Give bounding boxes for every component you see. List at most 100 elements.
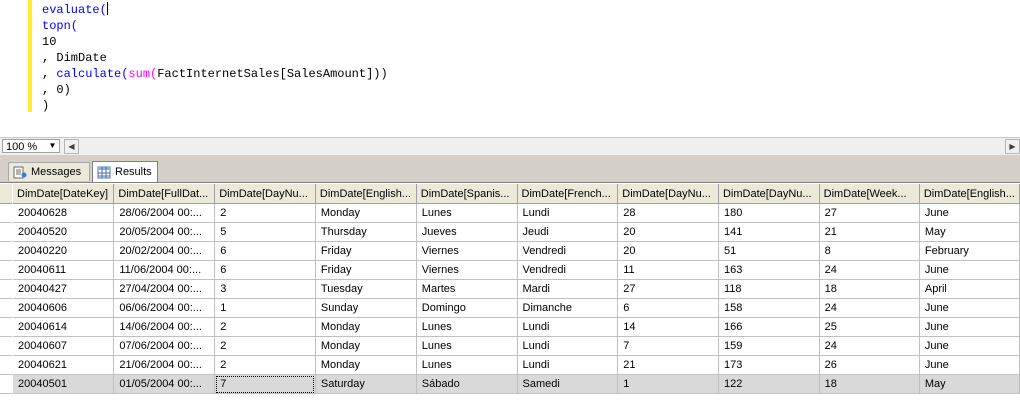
table-cell[interactable]: Jeudi [517, 222, 619, 242]
table-row[interactable]: 20040628 28/06/2004 00:... 2 Monday Lunes Lun… [13, 203, 1020, 223]
column-header[interactable]: DimDate[English... [919, 184, 1020, 204]
code-line[interactable]: 10 [42, 34, 388, 50]
table-cell[interactable]: 11/06/2004 00:... [113, 260, 216, 280]
table-row[interactable]: 20040520 20/05/2004 00:... 5 Thursday Jueves… [13, 222, 1020, 242]
table-cell[interactable]: May [919, 374, 1020, 394]
table-cell[interactable]: 11 [617, 260, 719, 280]
table-cell[interactable]: 24 [819, 336, 920, 356]
table-cell[interactable]: 122 [718, 374, 820, 394]
table-cell[interactable]: 118 [718, 279, 820, 299]
table-cell[interactable]: 27 [617, 279, 719, 299]
table-cell[interactable]: 24 [819, 298, 920, 318]
table-cell[interactable]: Friday [315, 260, 417, 280]
table-cell[interactable]: 8 [819, 241, 920, 261]
table-cell[interactable]: 27/04/2004 00:... [113, 279, 216, 299]
table-cell[interactable]: Lunes [416, 355, 518, 375]
table-cell[interactable]: Friday [315, 241, 417, 261]
row-header[interactable] [0, 337, 12, 356]
code-line[interactable]: , 0) [42, 82, 388, 98]
table-cell[interactable]: 158 [718, 298, 820, 318]
table-cell[interactable]: 6 [617, 298, 719, 318]
table-cell[interactable]: 173 [718, 355, 820, 375]
column-header[interactable]: DimDate[FullDat... [113, 184, 216, 204]
query-editor[interactable]: evaluate(topn(10 , DimDate, calculate(sum… [0, 0, 1020, 137]
table-cell[interactable]: May [919, 222, 1020, 242]
table-cell[interactable]: 141 [718, 222, 820, 242]
table-cell[interactable]: Viernes [416, 260, 518, 280]
table-row[interactable]: 20040220 20/02/2004 00:... 6 Friday Viernes V… [13, 241, 1020, 261]
table-row[interactable]: 20040501 01/05/2004 00:... 7 Saturday Sábado… [13, 374, 1020, 394]
table-cell[interactable]: 1 [214, 298, 316, 318]
table-cell[interactable]: 6 [214, 241, 316, 261]
column-header[interactable]: DimDate[Spanis... [416, 184, 518, 204]
table-cell[interactable]: 20040628 [13, 203, 115, 223]
table-cell[interactable]: Tuesday [315, 279, 417, 299]
table-cell[interactable]: 20040621 [13, 355, 115, 375]
row-header[interactable] [0, 299, 12, 318]
table-cell[interactable]: 18 [819, 374, 920, 394]
table-cell[interactable]: 01/05/2004 00:... [113, 374, 216, 394]
table-cell[interactable]: 20/02/2004 00:... [113, 241, 216, 261]
table-cell[interactable]: 20040606 [13, 298, 115, 318]
column-header[interactable]: DimDate[Week... [819, 184, 920, 204]
table-cell[interactable]: 1 [617, 374, 719, 394]
code-line[interactable]: evaluate( [42, 2, 388, 18]
table-cell[interactable]: Monday [315, 336, 417, 356]
table-cell[interactable]: 27 [819, 203, 920, 223]
table-cell[interactable]: 163 [718, 260, 820, 280]
table-row[interactable]: 20040427 27/04/2004 00:... 3 Tuesday Martes M… [13, 279, 1020, 299]
zoom-select[interactable]: 100 % ▼ [2, 139, 60, 153]
table-cell[interactable]: 28/06/2004 00:... [113, 203, 216, 223]
table-cell[interactable]: Monday [315, 355, 417, 375]
table-cell[interactable]: Lundi [517, 317, 619, 337]
table-cell[interactable]: 06/06/2004 00:... [113, 298, 216, 318]
table-cell[interactable]: 5 [214, 222, 316, 242]
editor-horizontal-scrollbar[interactable]: 100 % ▼ ◀ ▶ [0, 137, 1020, 155]
table-cell[interactable]: 159 [718, 336, 820, 356]
table-cell[interactable]: Sunday [315, 298, 417, 318]
table-cell[interactable]: 21 [819, 222, 920, 242]
table-cell[interactable]: 28 [617, 203, 719, 223]
table-cell[interactable]: 20040607 [13, 336, 115, 356]
table-cell[interactable]: 20040220 [13, 241, 115, 261]
column-header[interactable]: DimDate[DateKey] [13, 184, 115, 204]
table-cell[interactable]: 20/05/2004 00:... [113, 222, 216, 242]
table-row[interactable]: 20040606 06/06/2004 00:... 1 Sunday Domingo D… [13, 298, 1020, 318]
row-header[interactable] [0, 318, 12, 337]
table-cell[interactable]: 20040611 [13, 260, 115, 280]
row-header[interactable] [0, 280, 12, 299]
results-table[interactable]: DimDate[DateKey] DimDate[FullDat... DimDat… [13, 184, 1020, 394]
column-header[interactable]: DimDate[English... [315, 184, 417, 204]
code-line[interactable]: , calculate(sum(FactInternetSales[SalesA… [42, 66, 388, 82]
table-cell[interactable]: 20040427 [13, 279, 115, 299]
chevron-down-icon[interactable]: ▼ [47, 141, 58, 151]
table-cell[interactable]: Martes [416, 279, 518, 299]
row-header[interactable] [0, 223, 12, 242]
column-header[interactable]: DimDate[DayNu... [214, 184, 316, 204]
table-cell[interactable]: Jueves [416, 222, 518, 242]
table-cell[interactable]: 20 [617, 241, 719, 261]
table-cell[interactable]: Lunes [416, 203, 518, 223]
column-header[interactable]: DimDate[French... [517, 184, 619, 204]
table-cell[interactable]: 51 [718, 241, 820, 261]
table-cell[interactable]: Saturday [315, 374, 417, 394]
table-cell[interactable]: Vendredi [517, 241, 619, 261]
table-cell[interactable]: 2 [214, 336, 316, 356]
code-line[interactable]: ) [42, 98, 388, 114]
table-cell[interactable]: 14/06/2004 00:... [113, 317, 216, 337]
table-cell[interactable]: 21 [617, 355, 719, 375]
table-cell[interactable]: Vendredi [517, 260, 619, 280]
table-row[interactable]: 20040621 21/06/2004 00:... 2 Monday Lunes Lun… [13, 355, 1020, 375]
table-cell[interactable]: June [919, 260, 1020, 280]
table-cell[interactable]: June [919, 203, 1020, 223]
table-cell[interactable]: 166 [718, 317, 820, 337]
code-line[interactable]: topn( [42, 18, 388, 34]
table-cell[interactable]: 18 [819, 279, 920, 299]
table-cell[interactable]: Samedi [517, 374, 619, 394]
table-cell[interactable]: 180 [718, 203, 820, 223]
code-line[interactable]: , DimDate [42, 50, 388, 66]
table-cell[interactable]: 3 [214, 279, 316, 299]
table-cell[interactable]: Mardi [517, 279, 619, 299]
table-cell[interactable]: 21/06/2004 00:... [113, 355, 216, 375]
table-cell[interactable]: Lunes [416, 336, 518, 356]
